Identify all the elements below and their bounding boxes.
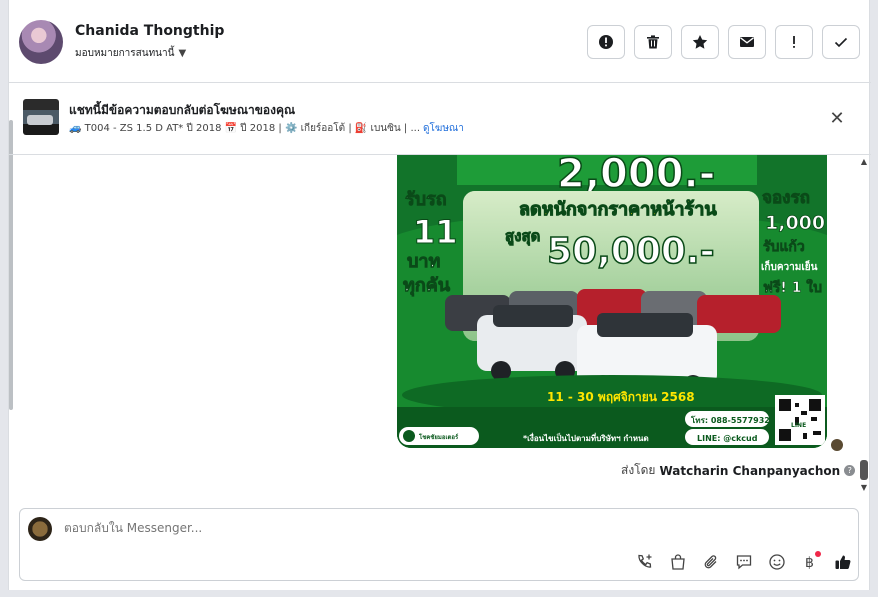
- trash-icon: [647, 35, 659, 49]
- shopping-bag-icon: [671, 554, 685, 570]
- composer-toolbar: ฿: [634, 551, 854, 573]
- ad-left-line4: ทุกคัน: [403, 275, 451, 297]
- ad-phone: โทร: 088-5577932: [690, 415, 770, 425]
- thumbs-up-icon: [835, 555, 851, 569]
- read-receipt-avatar: [831, 439, 843, 451]
- info-icon[interactable]: ?: [844, 465, 856, 476]
- ad-line-id: LINE: @ckcud: [697, 434, 758, 443]
- caret-down-icon: ▼: [178, 48, 187, 59]
- ad-max-value: 50,000.-: [547, 231, 715, 272]
- ad-right-line5: ฟรี! 1 ใบ: [763, 278, 822, 296]
- ad-top-price: 2,000.-: [557, 155, 715, 197]
- assign-label: มอบหมายการสนทนานี้: [75, 48, 175, 59]
- mark-done-button[interactable]: [822, 25, 860, 59]
- thread-scrollbar[interactable]: ▲ ▼: [859, 155, 869, 495]
- sent-by-caption: ส่งโดย Watcharin Chanpanyachon ?: [621, 461, 856, 480]
- message-thread: ทั้งหมด 2,000.- ลดหนักจากราคาหน้าร้าน สู…: [9, 155, 871, 498]
- paperclip-icon: [704, 555, 717, 569]
- ad-right-line1: จองรถ: [762, 188, 810, 208]
- ad-condition: *เงื่อนไขเป็นไปตามที่บริษัทฯ กำหนด: [523, 432, 649, 443]
- ad-left-line1: รับรถ: [405, 189, 447, 210]
- saved-replies-button[interactable]: [733, 551, 755, 573]
- important-button[interactable]: [775, 25, 813, 59]
- svg-text:฿: ฿: [805, 555, 814, 571]
- chat-bubble-icon: [736, 555, 752, 570]
- notification-dot: [815, 551, 821, 557]
- sent-by-name: Watcharin Chanpanyachon: [659, 463, 841, 478]
- ad-right-line2: 1,000: [765, 212, 825, 234]
- payment-button[interactable]: ฿: [799, 551, 821, 573]
- call-button[interactable]: [634, 551, 656, 573]
- mark-unread-button[interactable]: [728, 25, 766, 59]
- close-icon[interactable]: ✕: [827, 109, 847, 129]
- ad-image-artwork: ทั้งหมด 2,000.- ลดหนักจากราคาหน้าร้าน สู…: [397, 155, 827, 448]
- reply-composer: ฿: [19, 508, 859, 581]
- emoji-button[interactable]: [766, 551, 788, 573]
- ad-max-label: สูงสุด: [505, 227, 540, 246]
- envelope-icon: [740, 37, 754, 47]
- exclamation-icon: [793, 36, 795, 48]
- contact-avatar[interactable]: [19, 20, 63, 64]
- header-actions: [587, 25, 860, 59]
- sent-by-prefix: ส่งโดย: [621, 463, 656, 477]
- svg-text:โชคชัยมอเตอร์: โชคชัยมอเตอร์: [418, 433, 459, 441]
- ad-center-banner: ลดหนักจากราคาหน้าร้าน: [519, 199, 717, 220]
- page-avatar: [28, 517, 52, 541]
- conversation-header: Chanida Thongthip มอบหมายการสนทนานี้ ▼: [9, 0, 871, 83]
- ad-date-range: 11 - 30 พฤศจิกายน 2568: [547, 390, 695, 404]
- ad-banner-title: แชทนี้มีข้อความตอบกลับต่อโฆษณาของคุณ: [69, 103, 296, 117]
- like-button[interactable]: [832, 551, 854, 573]
- contact-name[interactable]: Chanida Thongthip: [75, 23, 224, 39]
- follow-up-button[interactable]: [681, 25, 719, 59]
- assign-conversation-dropdown[interactable]: มอบหมายการสนทนานี้ ▼: [75, 46, 186, 61]
- delete-button[interactable]: [634, 25, 672, 59]
- ad-thumbnail[interactable]: [23, 99, 59, 135]
- scroll-down-arrow-icon[interactable]: ▼: [859, 483, 869, 492]
- attach-button[interactable]: [700, 551, 722, 573]
- ad-details-text: 🚙 T004 - ZS 1.5 D AT* ปี 2018 📅 ปี 2018 …: [69, 123, 421, 134]
- ad-image-message[interactable]: ทั้งหมด 2,000.- ลดหนักจากราคาหน้าร้าน สู…: [397, 155, 827, 448]
- ad-right-line3: รับแก้ว: [763, 239, 805, 255]
- ad-left-line2: 11: [413, 213, 458, 251]
- check-icon: [834, 37, 848, 48]
- ad-banner-details: 🚙 T004 - ZS 1.5 D AT* ปี 2018 📅 ปี 2018 …: [69, 121, 464, 136]
- spam-button[interactable]: [587, 25, 625, 59]
- smiley-icon: [769, 554, 785, 570]
- conversation-panel: Chanida Thongthip มอบหมายการสนทนานี้ ▼ แ…: [8, 0, 871, 590]
- scroll-up-arrow-icon[interactable]: ▲: [859, 157, 869, 166]
- phone-plus-icon: [638, 554, 652, 568]
- app-frame: Chanida Thongthip มอบหมายการสนทนานี้ ▼ แ…: [0, 0, 878, 597]
- scrollbar-thumb[interactable]: [860, 460, 868, 480]
- reply-input[interactable]: [64, 521, 624, 535]
- star-icon: [692, 35, 708, 49]
- ad-reply-banner: แชทนี้มีข้อความตอบกลับต่อโฆษณาของคุณ 🚙 T…: [9, 83, 871, 155]
- alert-circle-icon: [599, 35, 613, 49]
- shop-button[interactable]: [667, 551, 689, 573]
- ad-right-line4: เก็บความเย็น: [761, 259, 818, 273]
- view-ad-link[interactable]: ดูโฆษณา: [423, 121, 464, 136]
- ad-left-line3: บาท: [407, 251, 440, 272]
- qr-label: LINE: [791, 422, 806, 429]
